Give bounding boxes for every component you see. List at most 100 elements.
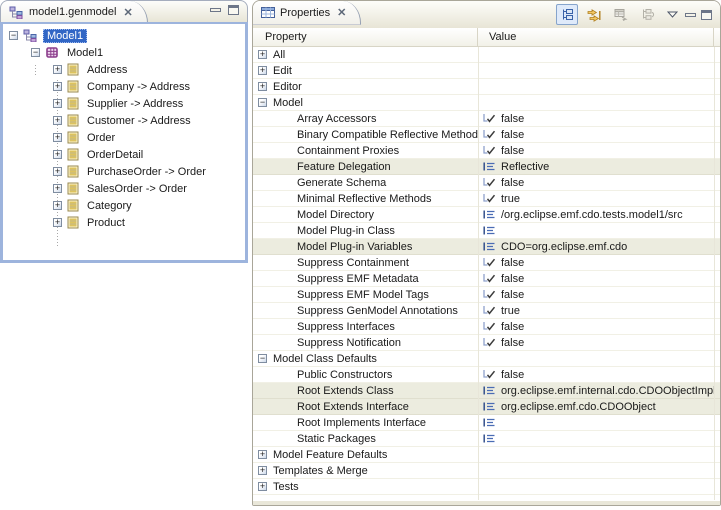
tree-item-package[interactable]: − Model1 xyxy=(3,44,245,61)
tree-item-class[interactable]: + OrderDetail xyxy=(3,146,245,163)
maximize-button[interactable] xyxy=(228,5,239,15)
expand-toggle[interactable]: + xyxy=(53,218,62,227)
pin-property-view-button[interactable] xyxy=(637,4,659,25)
tree-item-class[interactable]: + Category xyxy=(3,197,245,214)
minimize-button[interactable] xyxy=(685,13,696,17)
property-row[interactable]: Minimal Reflective Methods true xyxy=(253,191,720,207)
maximize-button[interactable] xyxy=(701,10,712,20)
property-row[interactable]: Suppress Notification false xyxy=(253,335,720,351)
property-row[interactable]: Model Directory /org.eclipse.emf.cdo.tes… xyxy=(253,207,720,223)
property-row[interactable]: Generate Schema false xyxy=(253,175,720,191)
value-cell[interactable]: false xyxy=(478,127,720,142)
property-row[interactable]: Feature Delegation Reflective xyxy=(253,159,720,175)
column-divider-line[interactable] xyxy=(478,47,479,500)
property-row[interactable]: − Model Class Defaults xyxy=(253,351,720,367)
value-cell[interactable] xyxy=(478,415,720,430)
property-row[interactable]: Suppress EMF Metadata false xyxy=(253,271,720,287)
value-cell[interactable] xyxy=(478,447,720,462)
property-row[interactable]: Suppress Containment false xyxy=(253,255,720,271)
value-cell[interactable] xyxy=(478,63,720,78)
tree-item-class[interactable]: + Product xyxy=(3,214,245,231)
expand-toggle[interactable]: + xyxy=(53,82,62,91)
value-cell[interactable]: false xyxy=(478,319,720,334)
property-row[interactable]: + Templates & Merge xyxy=(253,463,720,479)
category-expand-toggle[interactable]: + xyxy=(258,466,267,475)
property-row[interactable]: + Edit xyxy=(253,63,720,79)
value-cell[interactable]: false xyxy=(478,143,720,158)
value-cell[interactable]: true xyxy=(478,303,720,318)
tree-item-class[interactable]: + Customer -> Address xyxy=(3,112,245,129)
value-cell[interactable]: false xyxy=(478,287,720,302)
property-row[interactable]: + Editor xyxy=(253,79,720,95)
category-expand-toggle[interactable]: + xyxy=(258,50,267,59)
property-row[interactable]: + Tests xyxy=(253,479,720,495)
column-header-property[interactable]: Property xyxy=(253,28,478,46)
property-row[interactable]: Suppress EMF Model Tags false xyxy=(253,287,720,303)
tree-item-class[interactable]: + Company -> Address xyxy=(3,78,245,95)
value-cell[interactable]: /org.eclipse.emf.cdo.tests.model1/src xyxy=(478,207,720,222)
value-cell[interactable] xyxy=(478,79,720,94)
category-expand-toggle[interactable]: + xyxy=(258,450,267,459)
expand-toggle[interactable]: + xyxy=(53,184,62,193)
expand-toggle[interactable]: + xyxy=(53,167,62,176)
value-cell[interactable]: Reflective xyxy=(478,159,720,174)
value-cell[interactable] xyxy=(478,47,720,62)
property-row[interactable]: Model Plug-in Variables CDO=org.eclipse.… xyxy=(253,239,720,255)
property-row[interactable]: Binary Compatible Reflective Methods fal… xyxy=(253,127,720,143)
category-expand-toggle[interactable]: + xyxy=(258,82,267,91)
value-cell[interactable]: false xyxy=(478,111,720,126)
property-row[interactable]: Root Extends Class org.eclipse.emf.inter… xyxy=(253,383,720,399)
property-row[interactable]: + All xyxy=(253,47,720,63)
property-row[interactable]: Static Packages xyxy=(253,431,720,447)
value-cell[interactable] xyxy=(478,463,720,478)
property-row[interactable]: Root Extends Interface org.eclipse.emf.c… xyxy=(253,399,720,415)
value-cell[interactable]: false xyxy=(478,271,720,286)
expand-toggle[interactable]: + xyxy=(53,99,62,108)
column-header-value[interactable]: Value xyxy=(478,28,714,46)
expand-toggle[interactable]: + xyxy=(53,65,62,74)
property-row[interactable]: Model Plug-in Class xyxy=(253,223,720,239)
property-row[interactable]: + Model Feature Defaults xyxy=(253,447,720,463)
expand-toggle[interactable]: + xyxy=(53,116,62,125)
value-cell[interactable]: false xyxy=(478,367,720,382)
category-expand-toggle[interactable]: − xyxy=(258,98,267,107)
property-row[interactable]: Containment Proxies false xyxy=(253,143,720,159)
expand-toggle[interactable]: + xyxy=(53,150,62,159)
value-cell[interactable]: org.eclipse.emf.cdo.CDOObject xyxy=(478,399,720,414)
value-cell[interactable] xyxy=(478,223,720,238)
tab-model1-genmodel[interactable]: model1.genmodel ✕ xyxy=(1,1,148,23)
tree-item-class[interactable]: + Address xyxy=(3,61,245,78)
category-expand-toggle[interactable]: + xyxy=(258,482,267,491)
value-cell[interactable]: org.eclipse.emf.internal.cdo.CDOObjectIm… xyxy=(478,383,720,398)
value-cell[interactable] xyxy=(478,479,720,494)
tree-item-class[interactable]: + PurchaseOrder -> Order xyxy=(3,163,245,180)
value-cell[interactable] xyxy=(478,431,720,446)
value-cell[interactable]: false xyxy=(478,255,720,270)
tab-properties[interactable]: Properties ✕ xyxy=(253,1,361,25)
category-expand-toggle[interactable]: + xyxy=(258,66,267,75)
expand-toggle[interactable]: + xyxy=(53,201,62,210)
expand-toggle[interactable]: − xyxy=(31,48,40,57)
show-categories-button[interactable] xyxy=(556,4,578,25)
property-row[interactable]: Suppress GenModel Annotations true xyxy=(253,303,720,319)
expand-toggle[interactable]: − xyxy=(9,31,18,40)
tree-item-root[interactable]: − Model1 xyxy=(3,27,245,44)
value-cell[interactable]: true xyxy=(478,191,720,206)
minimize-button[interactable] xyxy=(210,8,221,12)
value-cell[interactable]: CDO=org.eclipse.emf.cdo xyxy=(478,239,720,254)
value-cell[interactable] xyxy=(478,95,720,110)
category-expand-toggle[interactable]: − xyxy=(258,354,267,363)
property-row[interactable]: − Model xyxy=(253,95,720,111)
property-row[interactable]: Root Implements Interface xyxy=(253,415,720,431)
view-menu-button[interactable] xyxy=(664,4,680,25)
expand-toggle[interactable]: + xyxy=(53,133,62,142)
restore-default-value-button[interactable] xyxy=(610,4,632,25)
value-cell[interactable]: false xyxy=(478,335,720,350)
close-icon[interactable]: ✕ xyxy=(337,6,346,19)
tree-item-class[interactable]: + Order xyxy=(3,129,245,146)
value-cell[interactable]: false xyxy=(478,175,720,190)
property-row[interactable]: Array Accessors false xyxy=(253,111,720,127)
close-icon[interactable]: ✕ xyxy=(123,6,132,19)
tree-item-class[interactable]: + SalesOrder -> Order xyxy=(3,180,245,197)
property-row[interactable]: Public Constructors false xyxy=(253,367,720,383)
